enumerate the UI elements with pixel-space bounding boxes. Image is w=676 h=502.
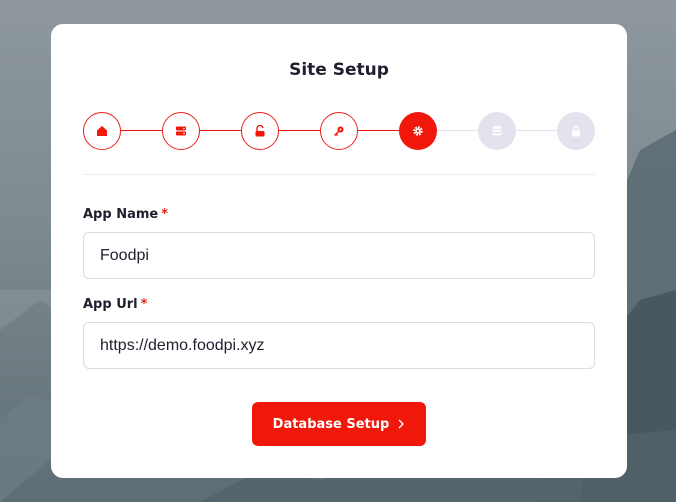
server-icon xyxy=(176,126,186,136)
app-url-label: App Url * xyxy=(83,297,147,312)
chevron-right-icon xyxy=(398,419,405,429)
stepper-connector xyxy=(200,130,241,131)
step-2-done[interactable] xyxy=(162,112,200,150)
stepper-connector xyxy=(358,130,399,131)
setup-card: Site Setup App Name* App Url* Database S… xyxy=(51,24,627,478)
home-icon xyxy=(97,126,107,136)
lock-icon xyxy=(572,125,580,137)
stepper-connector xyxy=(437,130,478,131)
page-title: Site Setup xyxy=(289,60,389,80)
app-url-label-text: App Url xyxy=(83,297,138,312)
database-icon xyxy=(492,125,502,136)
step-4-done[interactable] xyxy=(320,112,358,150)
step-6-pending[interactable] xyxy=(478,112,516,150)
database-setup-button[interactable]: Database Setup xyxy=(252,402,426,446)
app-url-input[interactable] xyxy=(83,322,595,369)
unlock-icon xyxy=(255,125,265,137)
database-setup-button-label: Database Setup xyxy=(272,416,390,432)
app-name-label: App Name * xyxy=(83,207,168,222)
key-icon xyxy=(333,126,344,137)
app-name-label-text: App Name xyxy=(83,207,159,222)
step-3-done[interactable] xyxy=(241,112,279,150)
stepper-connector xyxy=(279,130,320,131)
stepper-connector xyxy=(121,130,162,131)
step-5-active[interactable] xyxy=(399,112,437,150)
gear-icon xyxy=(413,126,423,136)
required-mark: * xyxy=(161,207,169,222)
divider xyxy=(83,174,595,175)
stepper-connector xyxy=(516,130,557,131)
step-7-pending[interactable] xyxy=(557,112,595,150)
required-mark: * xyxy=(140,297,148,312)
step-1-done[interactable] xyxy=(83,112,121,150)
setup-stepper xyxy=(83,112,595,150)
app-name-input[interactable] xyxy=(83,232,595,279)
